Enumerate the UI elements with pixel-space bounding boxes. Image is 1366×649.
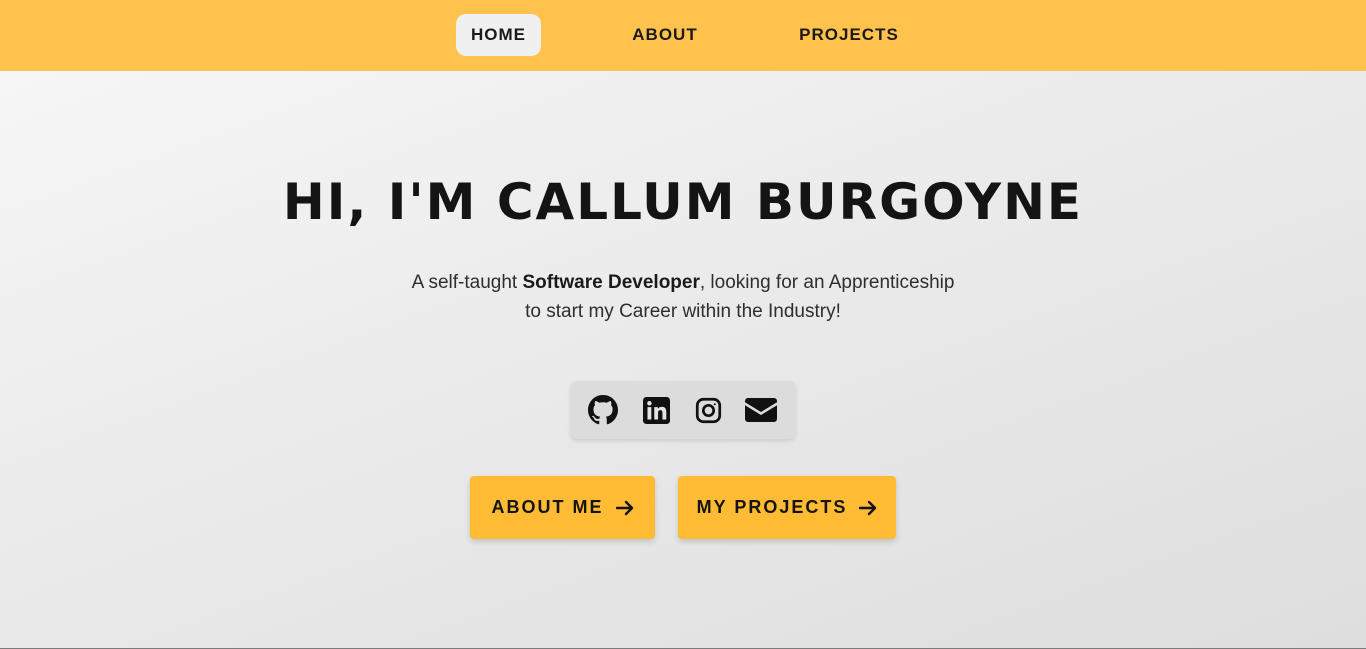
subtitle-highlight: Software Developer [522, 272, 700, 293]
hero-title: HI, I'M CALLUM BURGOYNE [282, 173, 1084, 231]
hero-section [0, 71, 1366, 648]
nav-projects-link[interactable]: PROJECTS [790, 14, 908, 56]
nav-home-link[interactable]: HOME [456, 14, 541, 56]
instagram-icon[interactable] [691, 393, 725, 427]
github-icon[interactable] [586, 393, 620, 427]
nav-about-link[interactable]: ABOUT [620, 14, 710, 56]
hero-subtitle: A self-taught Software Developer, lookin… [0, 268, 1366, 326]
my-projects-label: MY PROJECTS [696, 497, 848, 517]
arrow-right-icon [859, 500, 877, 516]
subtitle-prefix: A self-taught [411, 272, 523, 293]
about-me-label: ABOUT ME [491, 497, 604, 517]
arrow-right-icon [615, 500, 634, 516]
top-navbar: HOME ABOUT PROJECTS [0, 0, 1366, 71]
envelope-icon[interactable] [744, 393, 778, 427]
subtitle-line2: to start my Career within the Industry! [525, 301, 841, 322]
social-links-bar [571, 381, 795, 439]
linkedin-icon[interactable] [639, 393, 673, 427]
about-me-button[interactable]: ABOUT ME [470, 476, 655, 539]
subtitle-suffix: , looking for an Apprenticeship [699, 272, 955, 293]
my-projects-button[interactable]: MY PROJECTS [678, 476, 896, 539]
